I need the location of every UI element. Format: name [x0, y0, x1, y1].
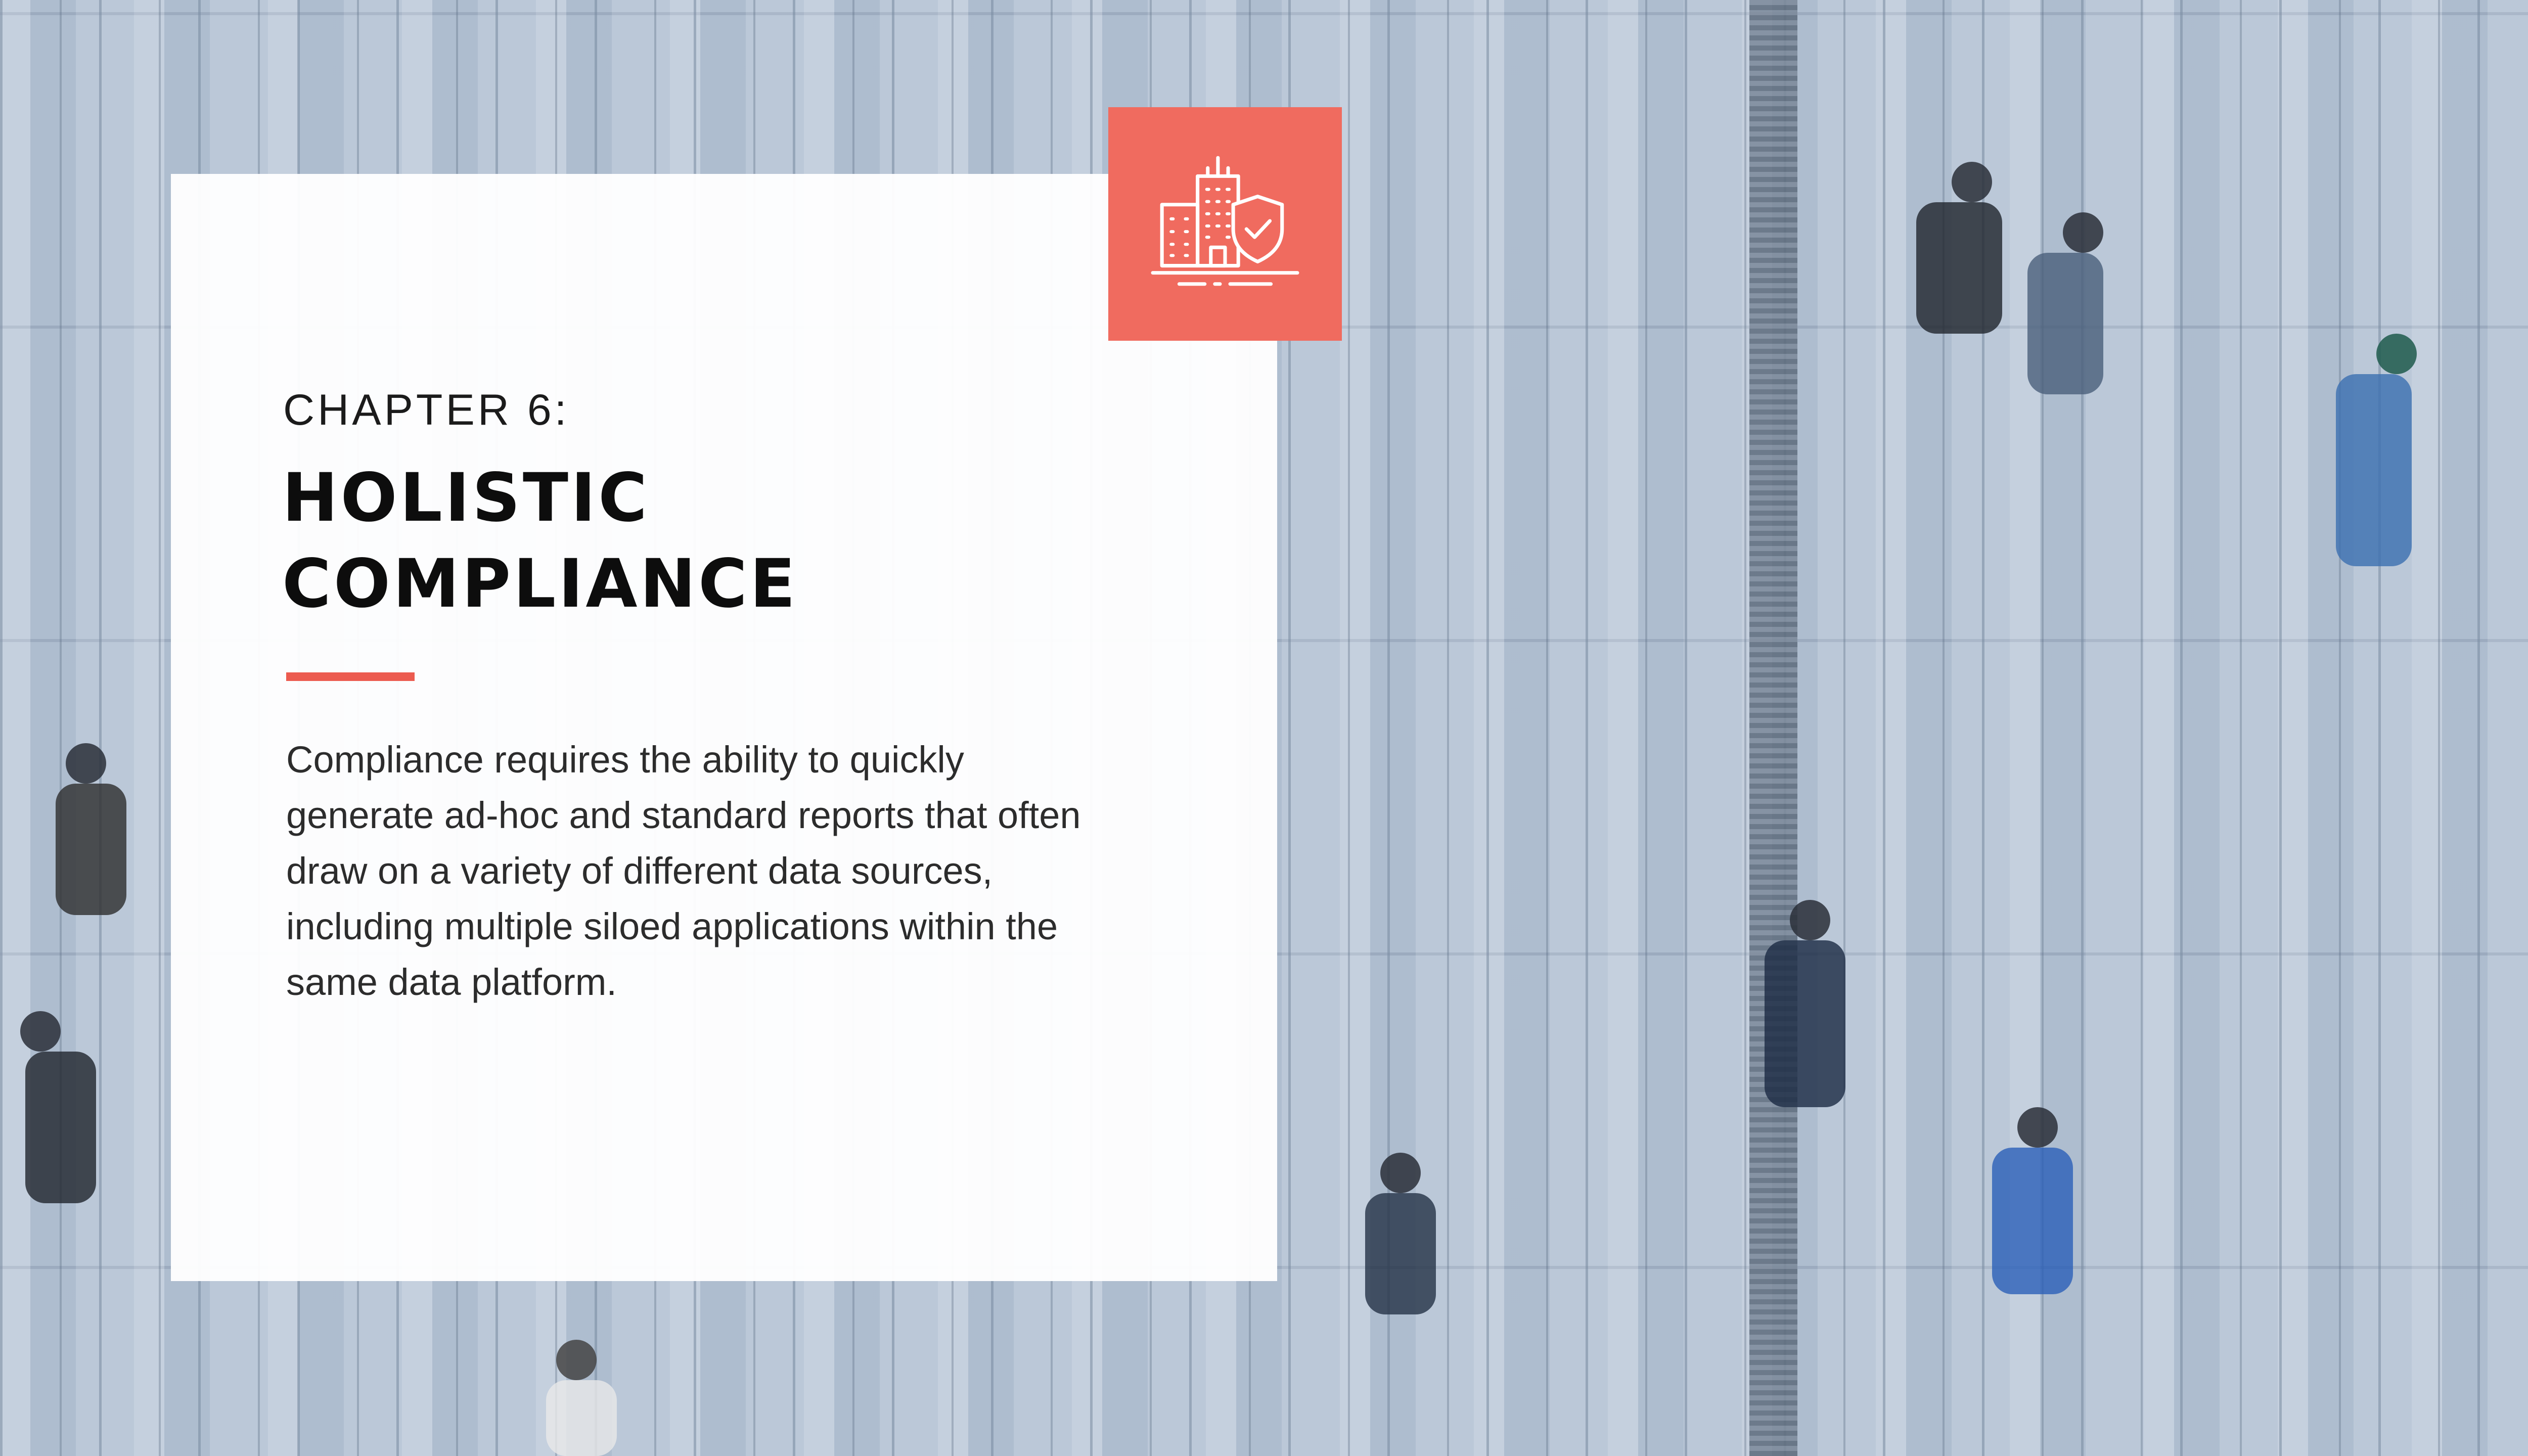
pedestrian-body — [2027, 253, 2103, 394]
body-paragraph: Compliance requires the ability to quick… — [286, 732, 1237, 1010]
pedestrian-body — [546, 1380, 617, 1456]
accent-divider — [286, 672, 415, 681]
pedestrian — [1952, 162, 1992, 202]
body-line: including multiple siloed applications w… — [286, 905, 1058, 947]
body-line: Compliance requires the ability to quick… — [286, 739, 964, 781]
pedestrian-body — [1365, 1193, 1436, 1314]
pedestrian — [1380, 1153, 1421, 1193]
pedestrian-body — [25, 1052, 96, 1203]
body-line: generate ad-hoc and standard reports tha… — [286, 794, 1081, 836]
pedestrian-body — [1765, 940, 1845, 1107]
pedestrian-body — [1916, 202, 2002, 334]
pedestrian-body — [56, 784, 126, 915]
pedestrian — [2063, 212, 2103, 253]
body-line: same data platform. — [286, 961, 617, 1003]
chapter-title-line: HOLISTIC — [282, 459, 650, 537]
chapter-slide: CHAPTER 6: HOLISTIC COMPLIANCE Complianc… — [0, 0, 2528, 1456]
building-shield-icon — [1151, 156, 1299, 286]
pedestrian — [556, 1340, 597, 1380]
pedestrian-body — [1992, 1148, 2073, 1294]
icon-badge — [1108, 107, 1342, 341]
chapter-title: HOLISTIC COMPLIANCE — [282, 455, 1192, 627]
chapter-title-line: COMPLIANCE — [282, 545, 798, 623]
body-line: draw on a variety of different data sour… — [286, 850, 993, 892]
pedestrian — [66, 743, 106, 784]
pedestrian — [1790, 900, 1830, 940]
chapter-label: CHAPTER 6: — [283, 386, 570, 434]
drainage-channel — [1749, 0, 1797, 1456]
pedestrian — [2376, 334, 2417, 374]
pedestrian — [20, 1011, 61, 1052]
pedestrian — [2017, 1107, 2058, 1148]
pedestrian-body — [2336, 374, 2412, 566]
